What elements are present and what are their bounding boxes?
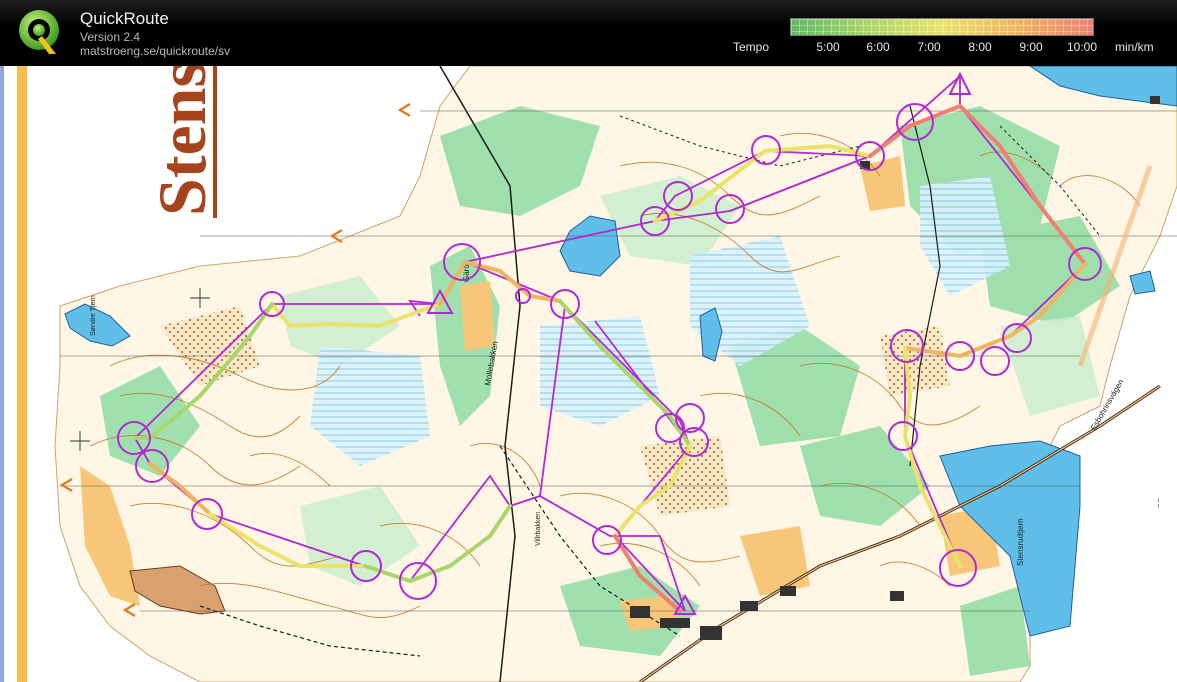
map-canvas[interactable]: Stens Gärd Mollebakken Esbohrinsvägen St…: [0, 66, 1177, 682]
tempo-label: Tempo: [733, 40, 770, 54]
app-url-link[interactable]: matstroeng.se/quickroute/sv: [80, 44, 230, 58]
tempo-tick: 6:00: [866, 40, 890, 54]
tempo-unit: min/km: [1115, 40, 1154, 54]
map-edge-mark: ¦: [1157, 498, 1160, 509]
quickroute-logo-icon: [19, 10, 59, 54]
tempo-tick: 7:00: [917, 40, 941, 54]
tempo-tick: 9:00: [1019, 40, 1043, 54]
app-header: QuickRoute Version 2.4 matstroeng.se/qui…: [0, 0, 1177, 66]
map-title-text: Stens: [144, 66, 220, 216]
tempo-tick: 5:00: [816, 40, 840, 54]
tempo-grid: [791, 19, 1093, 35]
orienteering-map[interactable]: Stens Gärd Mollebakken Esbohrinsvägen St…: [0, 66, 1177, 682]
map-label-small-lake: Søndre Tjern: [90, 295, 97, 336]
tempo-tick: 8:00: [968, 40, 992, 54]
tempo-tick: 10:00: [1066, 40, 1098, 54]
tempo-color-scale: [790, 18, 1094, 36]
page-border-blue: [0, 66, 4, 682]
map-border-orange: [17, 66, 27, 682]
app-version: Version 2.4: [80, 30, 141, 44]
app-title: QuickRoute: [80, 9, 169, 28]
map-label-lake: Stensrudtjern: [1016, 518, 1025, 566]
map-label-track: Villrbakken: [535, 512, 542, 546]
